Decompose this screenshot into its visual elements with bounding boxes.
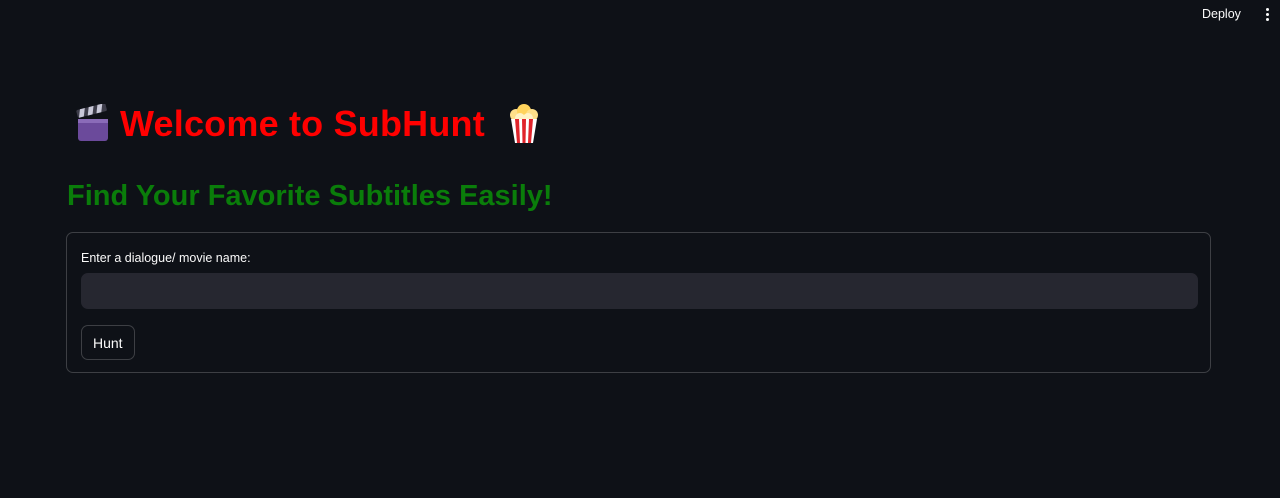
clapperboard-icon: [76, 104, 108, 141]
search-form: Enter a dialogue/ movie name: Hunt: [66, 232, 1211, 373]
title-text: Welcome to SubHunt: [120, 103, 485, 144]
popcorn-icon: [509, 104, 538, 143]
kebab-menu-icon[interactable]: [1259, 6, 1275, 22]
hunt-button[interactable]: Hunt: [81, 325, 135, 360]
app-header: Deploy: [0, 0, 1280, 28]
search-input-label: Enter a dialogue/ movie name:: [81, 251, 251, 265]
page-title: Welcome to SubHunt: [74, 100, 541, 148]
search-input[interactable]: [81, 273, 1198, 309]
page-subtitle: Find Your Favorite Subtitles Easily!: [67, 180, 553, 212]
deploy-button[interactable]: Deploy: [1196, 6, 1247, 23]
